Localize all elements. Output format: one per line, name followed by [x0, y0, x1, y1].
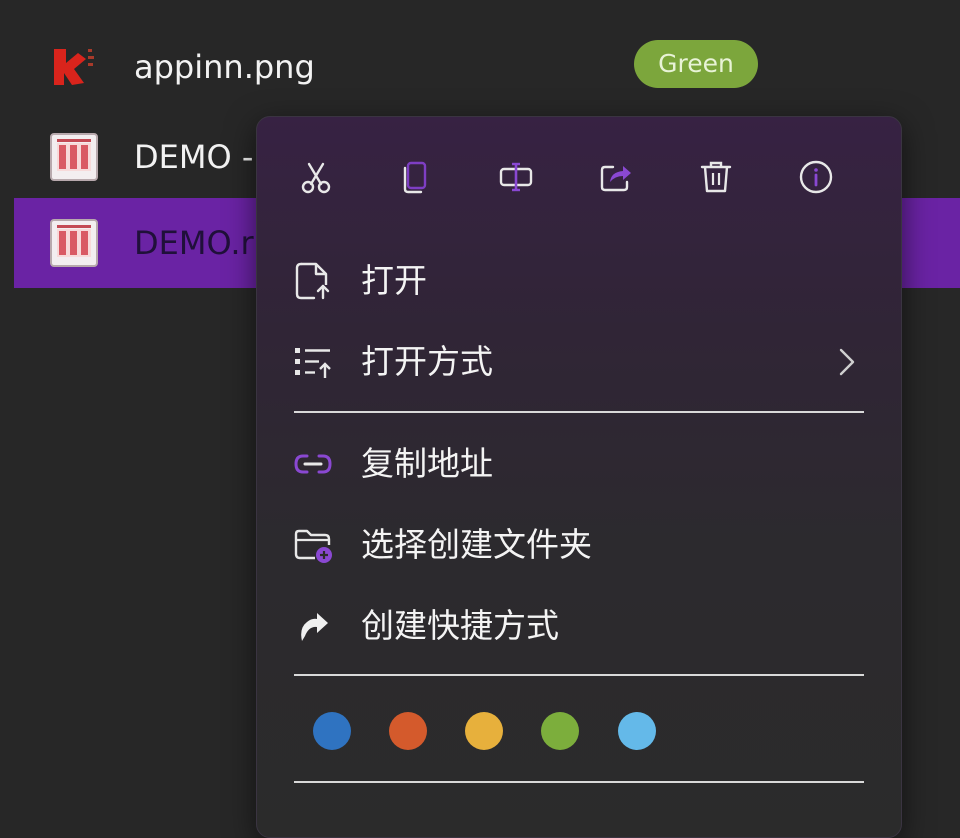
menu-item-label: 复制地址 — [361, 444, 493, 483]
info-button[interactable] — [790, 151, 842, 203]
link-icon — [294, 454, 332, 474]
file-name: DEMO - — [134, 138, 254, 176]
image-thumbnail-icon — [50, 133, 98, 181]
menu-item-open[interactable]: 打开 — [273, 245, 885, 317]
color-tag-light-blue[interactable] — [618, 712, 656, 750]
image-thumbnail-icon — [50, 219, 98, 267]
color-tag-yellow[interactable] — [465, 712, 503, 750]
new-folder-icon — [294, 529, 332, 563]
copy-icon — [403, 161, 427, 194]
tag-badge: Green — [634, 40, 758, 88]
cut-icon — [301, 162, 331, 194]
share-icon — [600, 165, 631, 192]
rename-icon — [499, 162, 533, 192]
appinn-logo-icon — [50, 43, 98, 91]
delete-button[interactable] — [690, 151, 742, 203]
open-with-icon — [295, 348, 331, 378]
menu-item-label: 选择创建文件夹 — [361, 525, 592, 564]
open-file-icon — [295, 262, 330, 300]
context-toolbar — [257, 117, 901, 237]
menu-item-label: 创建快捷方式 — [361, 606, 559, 645]
color-tag-orange[interactable] — [389, 712, 427, 750]
menu-item-open-with[interactable]: 打开方式 — [273, 326, 885, 398]
menu-item-label: 打开方式 — [361, 342, 493, 381]
share-button[interactable] — [590, 151, 642, 203]
menu-separator — [294, 674, 864, 676]
menu-item-copy-path[interactable]: 复制地址 — [273, 428, 885, 500]
context-menu: 打开 打开方式 复制地址 选择创建文件夹 创建快捷方式 — [256, 116, 902, 838]
menu-item-shortcut[interactable]: 创建快捷方式 — [273, 590, 885, 662]
color-tag-blue[interactable] — [313, 712, 351, 750]
delete-icon — [700, 161, 732, 193]
info-icon — [799, 160, 833, 194]
file-name: DEMO.r — [134, 224, 254, 262]
rename-button[interactable] — [490, 151, 542, 203]
color-tag-green[interactable] — [541, 712, 579, 750]
color-tag-row — [257, 697, 901, 767]
menu-item-new-folder[interactable]: 选择创建文件夹 — [273, 509, 885, 581]
menu-separator — [294, 781, 864, 783]
cut-button[interactable] — [290, 151, 342, 203]
copy-button[interactable] — [390, 151, 442, 203]
menu-item-label: 打开 — [361, 261, 427, 300]
file-name: appinn.png — [134, 48, 315, 86]
file-row-appinn[interactable]: appinn.png Green — [14, 22, 960, 112]
chevron-right-icon — [839, 348, 855, 376]
menu-separator — [294, 411, 864, 413]
shortcut-icon — [301, 613, 328, 641]
